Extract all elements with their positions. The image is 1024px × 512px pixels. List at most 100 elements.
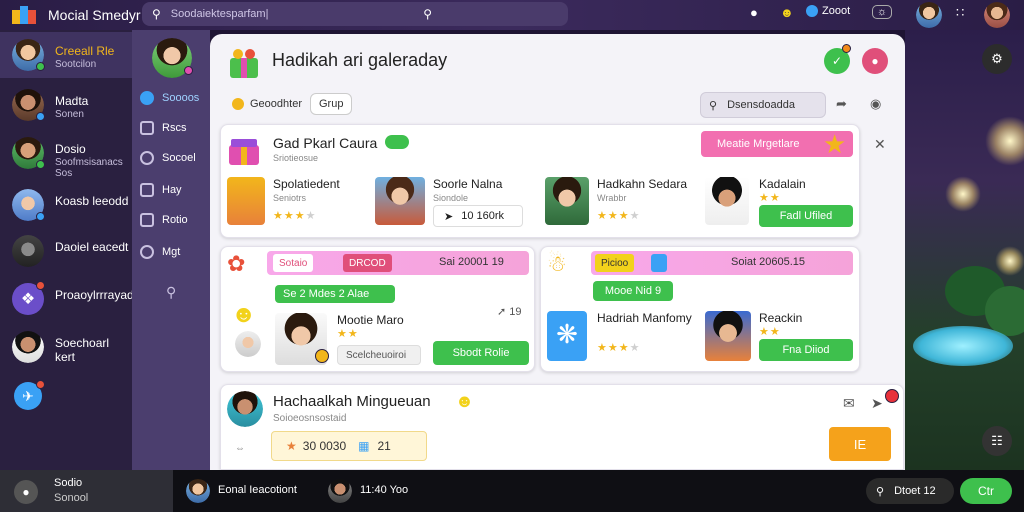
counter-pill[interactable]: ⚲ Dtoet 12: [866, 478, 954, 504]
emoji-icon[interactable]: ☻: [780, 5, 794, 20]
primary-action-button[interactable]: IE: [829, 427, 891, 461]
notify-button[interactable]: ●: [862, 48, 888, 74]
badge-icon: [385, 135, 409, 149]
tag: Sotaio: [273, 254, 314, 272]
tag: DRCOD: [343, 254, 392, 272]
flag-icon: [140, 183, 154, 197]
like-count: ➚ 19: [497, 306, 522, 318]
nav-item-3[interactable]: Hay: [140, 180, 204, 200]
avatar[interactable]: [227, 391, 263, 427]
mascot-icon: ☃: [547, 251, 567, 276]
item-thumbnail[interactable]: [705, 311, 751, 361]
nav-search[interactable]: ⚲: [140, 282, 204, 302]
action-button[interactable]: Fna Diiod: [759, 339, 853, 361]
sidebar-item-3[interactable]: Koasb leeodd: [0, 182, 132, 228]
pin-icon: ➤: [444, 210, 454, 223]
search-icon: ⚲: [876, 485, 885, 498]
chat-icon[interactable]: ☼: [872, 5, 893, 19]
close-icon[interactable]: ✕: [874, 136, 886, 153]
contact-avatar[interactable]: [328, 479, 352, 503]
home-icon: [140, 91, 154, 105]
filter-chip[interactable]: Geoodhter: [224, 93, 310, 115]
emoji-icon: ☻: [455, 391, 474, 411]
detail-field[interactable]: Scelcheuoiroi: [337, 345, 421, 365]
background-scene: [905, 26, 1024, 470]
sidebar-item-0[interactable]: Creeall Rle Sootcilon: [0, 32, 132, 78]
nav-item-2[interactable]: Socoel: [140, 148, 204, 168]
contact-name: Eonal Ieacotiont: [218, 484, 297, 496]
nav-item-5[interactable]: Mgt: [140, 242, 204, 262]
content-search[interactable]: ⚲ Dsensdoadda: [700, 92, 826, 118]
app-name: Mocial Smedyr: [48, 7, 141, 23]
page-title: Hadikah ari galeraday: [272, 50, 448, 70]
activity-bar[interactable]: Sotaio DRCOD Sai 20001 19: [267, 251, 529, 275]
action-button[interactable]: Fadl Ufiled: [759, 205, 853, 227]
send-icon[interactable]: ➤: [871, 395, 883, 412]
search-icon: ⚲: [166, 283, 177, 300]
at-icon[interactable]: ◉: [870, 96, 881, 112]
tag: Picioo: [595, 254, 635, 272]
grid-icon[interactable]: ∷: [956, 5, 964, 21]
rating-stars: ★★★★: [273, 210, 317, 222]
item-thumbnail[interactable]: [705, 177, 749, 225]
nav-item-0[interactable]: Soooos: [140, 88, 204, 108]
rating-stars: ★★: [759, 192, 781, 204]
confirm-button[interactable]: Ctr: [960, 478, 1012, 504]
avatar: [235, 331, 261, 357]
sidebar-item-6[interactable]: Soechoarl kert: [0, 324, 132, 370]
search-submit-icon[interactable]: ⚲: [423, 7, 432, 21]
avatar: [12, 235, 44, 267]
search-placeholder: Soodaiektesparfam|: [170, 8, 269, 20]
chart-icon: ▦: [358, 439, 370, 453]
doc-icon: [140, 213, 154, 227]
nav-column: Soooos Rscs Socoel Hay Rotio Mgt ⚲: [132, 30, 210, 470]
item-thumbnail[interactable]: [375, 177, 425, 225]
mic-icon[interactable]: ●: [750, 5, 758, 20]
emoji-icon: ☻: [231, 301, 257, 328]
sidebar-item-1[interactable]: Madta Sonen: [0, 82, 132, 128]
contact-avatar[interactable]: [186, 479, 210, 503]
party-icon: ✿: [227, 251, 246, 276]
chat-icon: [140, 151, 154, 165]
item-thumbnail[interactable]: [227, 177, 265, 225]
clock-icon: [140, 245, 154, 259]
search-icon: ⚲: [709, 99, 718, 112]
stats-bar: ★ 30 0030 ▦ 21: [271, 431, 427, 461]
app-logo-icon: [12, 6, 36, 24]
item-thumbnail[interactable]: [545, 177, 589, 225]
nav-item-1[interactable]: Rscs: [140, 118, 204, 138]
status-pill: Mooe Nid 9: [593, 281, 673, 301]
contact-time: 11:40 Yoo: [360, 484, 409, 496]
profile-card: Hachaalkah Mingueuan ☻ Soioeosnsostaid ⇔…: [220, 384, 904, 470]
item-thumbnail[interactable]: ❋: [547, 311, 587, 361]
star-icon: ★: [823, 129, 847, 159]
item-meta: ➤ 10 160rk: [433, 205, 523, 227]
sidebar-item-2[interactable]: Dosio Soofmsisanacs Sos: [0, 130, 132, 179]
book-icon[interactable]: ☷: [982, 426, 1012, 456]
search-icon: ⚲: [152, 7, 161, 21]
share-icon[interactable]: ➦: [836, 96, 847, 112]
group-chip[interactable]: Grup: [310, 93, 353, 115]
user-icon: ●: [14, 480, 38, 504]
sidebar-item-4[interactable]: Daoiel eacedt: [0, 228, 132, 274]
nav-item-4[interactable]: Rotio: [140, 210, 204, 230]
gift-box-icon: [227, 133, 261, 167]
event-card: ☃ Picioo Soiat 20605.15 Mooe Nid 9 ❋ Had…: [540, 246, 860, 372]
avatar: [12, 331, 44, 363]
activity-card: ✿ Sotaio DRCOD Sai 20001 19 Se 2 Mdes 2 …: [220, 246, 535, 372]
avatar[interactable]: [916, 2, 942, 28]
megaphone-icon[interactable]: ✉: [843, 395, 855, 412]
expand-icon[interactable]: ⇔: [235, 443, 245, 454]
sidebar-item-5[interactable]: ❖ Proaoylrrrayad: [0, 276, 134, 322]
list-icon: [140, 121, 154, 135]
event-bar[interactable]: Picioo Soiat 20605.15: [591, 251, 853, 275]
rating-stars: ★★★★: [597, 210, 641, 222]
settings-icon[interactable]: ⚙: [982, 44, 1012, 74]
join-button[interactable]: Sbodt Rolie: [433, 341, 529, 365]
status-pill: Se 2 Mdes 2 Alae: [275, 285, 395, 303]
status-indicator: Zooot: [806, 5, 850, 17]
profile-avatar[interactable]: [984, 2, 1010, 28]
user-panel[interactable]: ● Sodio Sonool: [0, 470, 173, 512]
search-input[interactable]: ⚲ Soodaiektesparfam| ⚲: [142, 2, 568, 26]
rating-stars: ★★: [759, 326, 781, 338]
